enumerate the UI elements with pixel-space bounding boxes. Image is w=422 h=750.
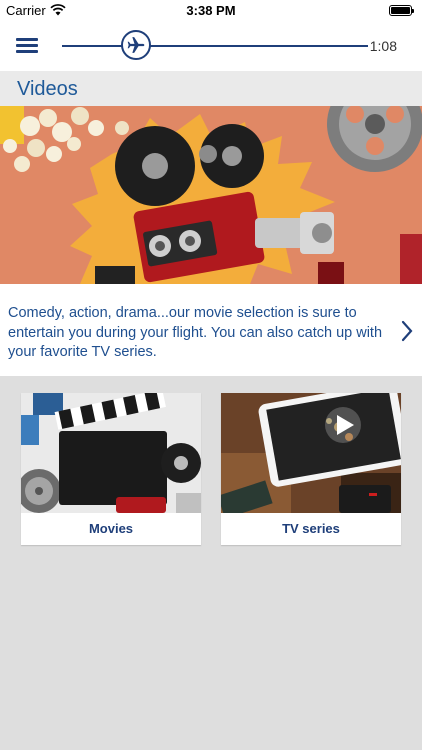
status-time: 3:38 PM — [186, 3, 236, 18]
flight-progress-knob — [121, 30, 151, 60]
flight-progress-bar — [62, 45, 368, 47]
movies-card[interactable]: Movies — [21, 393, 201, 545]
top-nav: 1:08 — [0, 20, 422, 71]
battery-icon — [389, 5, 414, 16]
description-block[interactable]: Comedy, action, drama...our movie select… — [0, 284, 422, 376]
airplane-icon — [127, 37, 145, 53]
status-bar: Carrier 3:38 PM — [0, 0, 422, 20]
hamburger-menu-icon[interactable] — [16, 38, 38, 56]
movies-card-label: Movies — [88, 521, 134, 536]
flight-time-remaining: 1:08 — [369, 38, 397, 54]
page-title: Videos — [17, 78, 78, 100]
chevron-right-icon[interactable] — [400, 320, 414, 342]
tv-series-thumbnail — [221, 393, 401, 513]
tv-series-card[interactable]: TV series — [221, 393, 401, 545]
tv-series-card-label: TV series — [282, 521, 340, 536]
hero-image — [0, 106, 422, 284]
movies-thumbnail — [21, 393, 201, 513]
section-header: Videos — [0, 71, 422, 106]
description-text: Comedy, action, drama...our movie select… — [8, 305, 383, 360]
